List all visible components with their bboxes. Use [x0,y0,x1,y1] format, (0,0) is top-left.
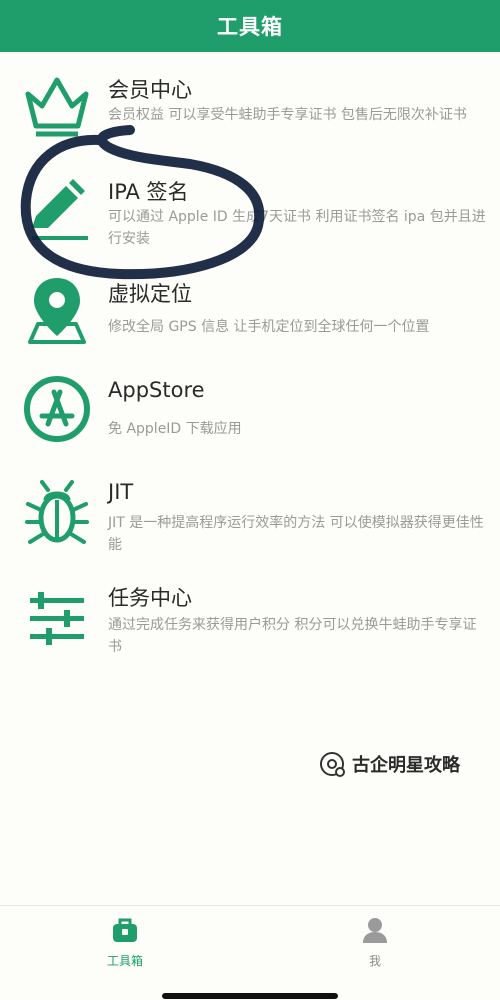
pencil-icon [32,179,88,240]
tool-title: AppStore [108,378,205,402]
tool-title: 虚拟定位 [108,282,192,306]
tool-desc: 通过完成任务来获得用户积分 积分可以兑换牛蛙助手专享证书 [108,617,477,655]
tool-title: 任务中心 [108,586,192,610]
tool-desc: 可以通过 Apple ID 生成7天证书 利用证书签名 ipa 包并且进行安装 [108,209,486,247]
tab-label: 我 [368,954,381,968]
tool-desc: 免 AppleID 下载应用 [108,421,242,437]
page-title: 工具箱 [217,15,283,39]
bug-icon [25,480,89,544]
crown-icon [25,77,89,137]
sliders-icon [30,592,84,645]
toolbox-icon [113,918,137,942]
watermark-text: 古企明星攻略 [352,755,460,776]
tab-bar: 工具箱 我 [0,905,500,1000]
tool-title: 会员中心 [108,78,192,102]
tool-desc: JIT 是一种提高程序运行效率的方法 可以使模拟器获得更佳性能 [108,515,484,553]
user-icon [363,918,387,943]
top-bar: 工具箱 [0,0,500,52]
tool-title: IPA 签名 [108,180,189,204]
tab-toolbox[interactable]: 工具箱 [75,916,175,976]
tool-title: JIT [108,480,134,504]
tool-item-appstore[interactable]: AppStore 免 AppleID 下载应用 [0,370,500,470]
tool-desc: 会员权益 可以享受牛蛙助手专享证书 包售后无限次补证书 [108,107,467,123]
tool-item-ipa-sign[interactable]: IPA 签名 可以通过 Apple ID 生成7天证书 利用证书签名 ipa 包… [0,164,500,264]
tool-item-task-center[interactable]: 任务中心 通过完成任务来获得用户积分 积分可以兑换牛蛙助手专享证书 [0,576,500,676]
tool-item-jit[interactable]: JIT JIT 是一种提高程序运行效率的方法 可以使模拟器获得更佳性能 [0,472,500,572]
tab-label: 工具箱 [106,954,143,968]
tool-item-membership[interactable]: 会员中心 会员权益 可以享受牛蛙助手专享证书 包售后无限次补证书 [0,60,500,160]
home-indicator [162,993,338,999]
wechat-channel-icon [320,752,345,777]
tab-me[interactable]: 我 [325,916,425,976]
appstore-icon [24,376,90,442]
tool-item-virtual-location[interactable]: 虚拟定位 修改全局 GPS 信息 让手机定位到全球任何一个位置 [0,266,500,366]
map-pin-icon [28,278,86,344]
watermark: 古企明星攻略 [318,748,460,780]
tool-desc: 修改全局 GPS 信息 让手机定位到全球任何一个位置 [108,319,430,335]
